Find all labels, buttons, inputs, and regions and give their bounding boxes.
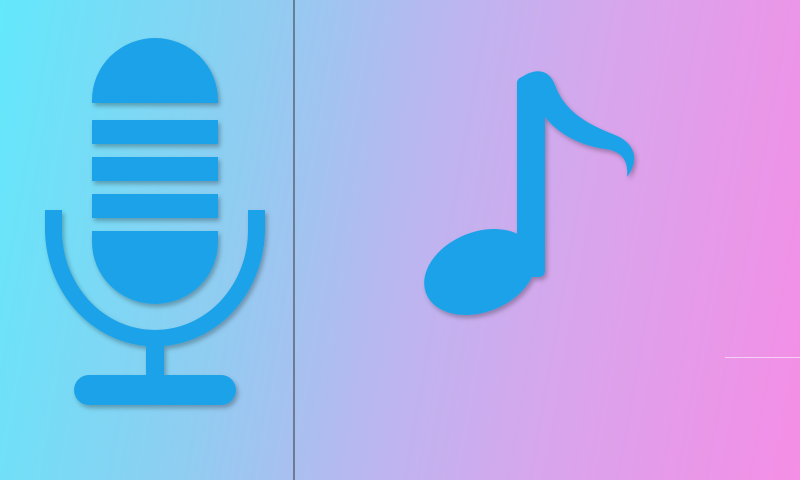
decorative-line [725, 357, 800, 358]
microphone-icon [45, 38, 265, 405]
voice-panel [0, 0, 293, 480]
music-note-icon [424, 71, 635, 315]
app-screen [0, 0, 800, 480]
microphone-button[interactable] [30, 30, 280, 420]
music-panel [295, 0, 800, 480]
music-note-button[interactable] [415, 55, 655, 345]
